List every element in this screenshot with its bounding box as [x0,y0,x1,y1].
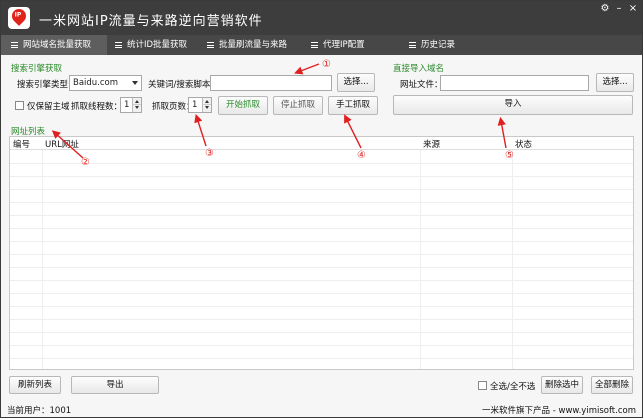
arrow-1 [294,63,320,75]
direct-import-section-label: 直接导入域名 [393,64,445,74]
app-logo-icon: IP [8,6,30,29]
annotation-4: ④ [357,150,366,161]
keyword-label: 关键词/搜索脚本： [148,80,219,90]
status-bar: 当前用户：1001 一米软件旗下产品 - www.yimisoft.com [1,401,642,417]
table-row-line [10,215,633,216]
table-column-line [512,150,513,369]
current-user: 当前用户：1001 [7,406,72,416]
column-url[interactable]: URL网址 [45,138,79,150]
stepper-down-icon[interactable] [202,105,211,112]
select-all-label: 全选/全不选 [490,382,536,392]
table-row-line [10,241,633,242]
column-id[interactable]: 编号 [13,138,30,150]
thread-count-label: 抓取线程数： [71,102,123,112]
thread-count-stepper[interactable]: 1 [120,97,142,113]
table-row-line [10,189,633,190]
tab-label: 批量刷流量与来路 [219,40,288,50]
table-row-line [10,306,633,307]
table-row-line [10,163,633,164]
engine-type-label: 搜索引擎类型： [17,80,77,90]
annotation-2: ② [81,157,90,168]
stop-fetch-button[interactable]: 停止抓取 [273,96,323,115]
url-list-table[interactable]: 编号 URL网址 来源 状态 [9,136,634,370]
table-row-line [10,319,633,320]
menu-icon [207,42,214,48]
keyword-input[interactable] [210,75,332,91]
annotation-1: ① [322,59,331,70]
import-button[interactable]: 导入 [393,95,633,115]
column-source[interactable]: 来源 [423,138,440,150]
main-tabs: 网站域名批量获取 统计ID批量获取 批量刷流量与来路 代理IP配置 历史记录 [1,35,642,55]
app-title: 一米网站IP流量与来路逆向营销软件 [39,14,263,29]
table-header: 编号 URL网址 来源 状态 [10,137,633,150]
app-window: IP 一米网站IP流量与来路逆向营销软件 ⚙ – × 网站域名批量获取 统计ID… [0,0,643,418]
refresh-list-button[interactable]: 刷新列表 [9,376,61,394]
start-fetch-button[interactable]: 开始抓取 [218,96,268,115]
thread-count-value: 1 [124,100,130,110]
manual-fetch-button[interactable]: 手工抓取 [328,96,378,115]
menu-icon [115,42,122,48]
search-engine-section-label: 搜索引擎获取 [11,64,63,74]
menu-icon [409,42,416,48]
menu-icon [11,42,18,48]
delete-all-button[interactable]: 全部删除 [591,376,633,394]
file-choose-button[interactable]: 选择... [596,73,634,92]
table-row-line [10,280,633,281]
tab-label: 历史记录 [421,40,456,50]
table-row-line [10,345,633,346]
tab-label: 统计ID批量获取 [127,40,188,50]
engine-type-value: Baidu.com [73,78,119,88]
footer-brand: 一米软件旗下产品 - www.yimisoft.com [482,406,636,416]
table-row-line [10,228,633,229]
table-row-line [10,332,633,333]
file-label: 网址文件： [400,80,443,90]
tab-label: 代理IP配置 [323,40,365,50]
annotation-5: ⑤ [505,150,514,161]
table-column-line [42,150,43,369]
logo-text: IP [14,11,22,19]
keyword-choose-button[interactable]: 选择... [337,73,375,92]
keep-main-domain-checkbox[interactable] [15,101,24,110]
tab-label: 网站域名批量获取 [23,40,92,50]
chevron-down-icon [132,81,138,85]
table-row-line [10,293,633,294]
stepper-up-icon[interactable] [202,98,211,105]
column-status[interactable]: 状态 [515,138,532,150]
export-button[interactable]: 导出 [71,376,159,394]
table-row-line [10,176,633,177]
table-row-line [10,202,633,203]
title-bar: IP 一米网站IP流量与来路逆向营销软件 ⚙ – × [1,1,642,35]
tab-history[interactable]: 历史记录 [399,35,479,55]
table-row-line [10,254,633,255]
tab-proxy[interactable]: 代理IP配置 [301,35,391,55]
engine-type-select[interactable]: Baidu.com [69,75,142,91]
page-count-stepper[interactable]: 1 [188,97,212,113]
minimize-button[interactable]: – [612,3,626,15]
table-column-line [420,150,421,369]
delete-selected-button[interactable]: 删除选中 [541,376,583,394]
table-row-line [10,267,633,268]
settings-icon[interactable]: ⚙ [598,3,612,15]
table-row-line [10,358,633,359]
stepper-down-icon[interactable] [132,105,141,112]
close-button[interactable]: × [626,3,640,15]
page-count-value: 1 [192,100,198,110]
tab-domain-fetch[interactable]: 网站域名批量获取 [1,35,107,55]
tab-stat-id[interactable]: 统计ID批量获取 [105,35,201,55]
tab-traffic[interactable]: 批量刷流量与来路 [197,35,301,55]
file-path-input[interactable] [440,75,589,91]
keep-main-domain-label: 仅保留主域 [27,102,70,112]
annotation-3: ③ [205,148,214,159]
stepper-up-icon[interactable] [132,98,141,105]
menu-icon [311,42,318,48]
select-all-checkbox[interactable] [478,381,487,390]
